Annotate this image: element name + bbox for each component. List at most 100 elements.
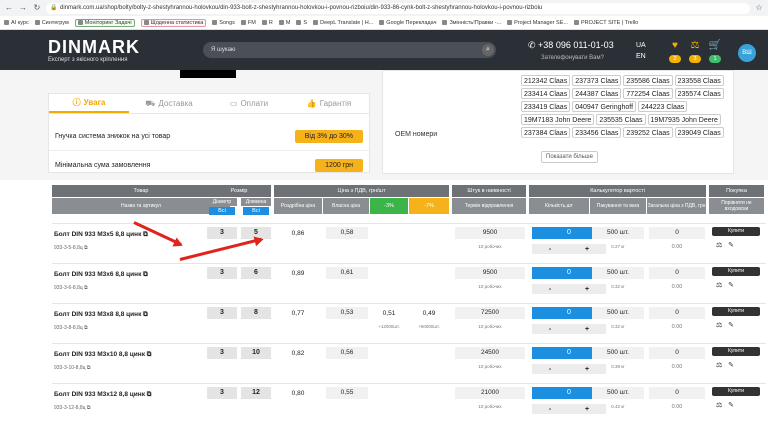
bolt-icon[interactable]: ✎ [728, 282, 734, 289]
bookmark-item[interactable]: Змінність!Правки -... [442, 20, 501, 26]
plus-button[interactable]: + [585, 366, 589, 373]
oem-tag[interactable]: 244223 Claas [638, 101, 688, 112]
tab-payment[interactable]: ▭ Оплати [209, 94, 289, 113]
copy-icon[interactable]: ⧉ [84, 245, 88, 251]
bolt-icon[interactable]: ✎ [728, 242, 734, 249]
oem-tag[interactable]: 237373 Claas [572, 75, 622, 86]
plus-button[interactable]: + [585, 406, 589, 413]
copy-icon[interactable]: ⧉ [87, 365, 91, 371]
bookmark-item[interactable]: Project Manager SE... [507, 20, 568, 26]
heart-icon[interactable]: ♥ [668, 40, 682, 52]
buy-button[interactable]: Купити [712, 387, 760, 396]
product-name[interactable]: Болт DIN 933 M3x12 8,8 цинк ⧉ [54, 391, 151, 399]
oem-tag[interactable]: 772254 Claas [623, 88, 673, 99]
oem-tag[interactable]: 235535 Claas [596, 114, 646, 125]
pack-value: 500 шт. [592, 307, 644, 319]
logo[interactable]: DINMARK [48, 37, 140, 58]
scales-icon[interactable]: ⚖ [688, 40, 702, 52]
product-name[interactable]: Болт DIN 933 M3x10 8,8 цинк ⧉ [54, 351, 151, 359]
phone-text: +38 096 011-01-03 [538, 40, 614, 50]
bookmark-item[interactable]: AI курс [4, 20, 29, 26]
avatar[interactable]: ВШ [738, 44, 756, 62]
copy-icon[interactable]: ⧉ [143, 311, 148, 318]
forward-icon[interactable]: → [18, 3, 28, 13]
back-icon[interactable]: ← [4, 3, 14, 13]
buy-button[interactable]: Купити [712, 307, 760, 316]
oem-tag[interactable]: 233419 Claas [521, 101, 571, 112]
copy-icon[interactable]: ⧉ [147, 391, 152, 398]
scales-icon[interactable]: ⚖ [716, 322, 722, 329]
length-select[interactable]: Всі [243, 207, 269, 215]
oem-tag[interactable]: 19M7183 John Deere [521, 114, 595, 125]
bookmark-item[interactable]: Моніторинг Задачі [74, 18, 135, 27]
copy-icon[interactable]: ⧉ [147, 351, 152, 358]
oem-tag[interactable]: 233558 Claas [674, 75, 724, 86]
bookmark-item[interactable]: R [261, 20, 273, 26]
cart-icon[interactable]: 🛒 [708, 40, 722, 52]
bolt-icon[interactable]: ✎ [728, 402, 734, 409]
tab-label: Доставка [158, 99, 193, 108]
oem-tag[interactable]: 235574 Claas [674, 88, 724, 99]
bookmark-item[interactable]: Songs [212, 20, 235, 26]
th-search[interactable]: Назва та артикул [52, 198, 230, 214]
scales-icon[interactable]: ⚖ [716, 282, 722, 289]
lang-en[interactable]: EN [636, 51, 646, 62]
bookmark-item[interactable]: M [278, 20, 290, 26]
tab-warranty[interactable]: 👍 Гарантія [289, 94, 369, 113]
table-row: Болт DIN 933 M3x8 8,8 цинк ⧉ 933-3-8-8,8ц… [52, 303, 766, 339]
oem-tag[interactable]: 244387 Claas [572, 88, 622, 99]
minus-button[interactable]: - [549, 286, 551, 293]
oem-tag[interactable]: 040947 Geringhoff [572, 101, 637, 112]
oem-tag[interactable]: 235586 Claas [623, 75, 673, 86]
copy-icon[interactable]: ⧉ [84, 325, 88, 331]
bolt-icon[interactable]: ✎ [728, 362, 734, 369]
address-bar[interactable]: 🔒 dinmark.com.ua/shop/bolty/bolty-z-shest… [46, 2, 750, 14]
reload-icon[interactable]: ↻ [32, 3, 42, 13]
scales-icon[interactable]: ⚖ [716, 402, 722, 409]
copy-icon[interactable]: ⧉ [87, 405, 91, 411]
product-name[interactable]: Болт DIN 933 M3x6 8,8 цинк ⧉ [54, 271, 148, 279]
bolt-icon[interactable]: ✎ [728, 322, 734, 329]
copy-icon[interactable]: ⧉ [84, 285, 88, 291]
minus-button[interactable]: - [549, 366, 551, 373]
product-name[interactable]: Болт DIN 933 M3x5 8,8 цинк ⧉ [54, 231, 148, 239]
minus-button[interactable]: - [549, 246, 551, 253]
scales-icon[interactable]: ⚖ [716, 242, 722, 249]
bookmark-label: Songs [219, 19, 235, 26]
callback-link[interactable]: Зателефонувати Вам? [541, 55, 604, 61]
bookmark-item[interactable]: DeepL Translate | H... [313, 20, 373, 26]
plus-button[interactable]: + [585, 246, 589, 253]
oem-tag[interactable]: 233414 Claas [521, 88, 571, 99]
bookmark-item[interactable]: Синтегрум [34, 20, 69, 26]
diameter-select[interactable]: Всі [209, 207, 235, 215]
buy-button[interactable]: Купити [712, 347, 760, 356]
tab-delivery[interactable]: ⛟ Доставка [129, 94, 209, 113]
show-more-button[interactable]: Показати більше [541, 151, 598, 163]
search-input[interactable]: Я шукаю ⌕ [203, 42, 496, 58]
language-switch[interactable]: UA EN [636, 40, 646, 62]
plus-button[interactable]: + [585, 286, 589, 293]
star-icon[interactable]: ☆ [754, 3, 764, 13]
bookmark-item[interactable]: Щоденна статистика [140, 18, 207, 27]
buy-button[interactable]: Купити [712, 227, 760, 236]
copy-icon[interactable]: ⧉ [143, 271, 148, 278]
phone-number[interactable]: ✆ +38 096 011-01-03 [528, 40, 614, 51]
bookmark-item[interactable]: PROJECT SITE | Trello [573, 20, 638, 26]
minus-button[interactable]: - [549, 326, 551, 333]
tab-attention[interactable]: ⓘ Увага [49, 94, 129, 113]
buy-button[interactable]: Купити [712, 267, 760, 276]
product-name[interactable]: Болт DIN 933 M3x8 8,8 цинк ⧉ [54, 311, 148, 319]
plus-button[interactable]: + [585, 326, 589, 333]
bookmark-item[interactable]: FM [240, 20, 256, 26]
search-icon[interactable]: ⌕ [482, 44, 494, 56]
oem-tag[interactable]: 19M7935 John Deere [647, 114, 721, 125]
bookmark-label: S [303, 19, 308, 26]
bookmark-item[interactable]: Google Перекладач [379, 20, 436, 26]
bookmark-item[interactable]: S [296, 20, 307, 26]
minus-button[interactable]: - [549, 406, 551, 413]
lang-ua[interactable]: UA [636, 40, 646, 51]
copy-icon[interactable]: ⧉ [143, 231, 148, 238]
redacted-bar [180, 70, 236, 78]
oem-tag[interactable]: 212342 Claas [521, 75, 571, 86]
scales-icon[interactable]: ⚖ [716, 362, 722, 369]
